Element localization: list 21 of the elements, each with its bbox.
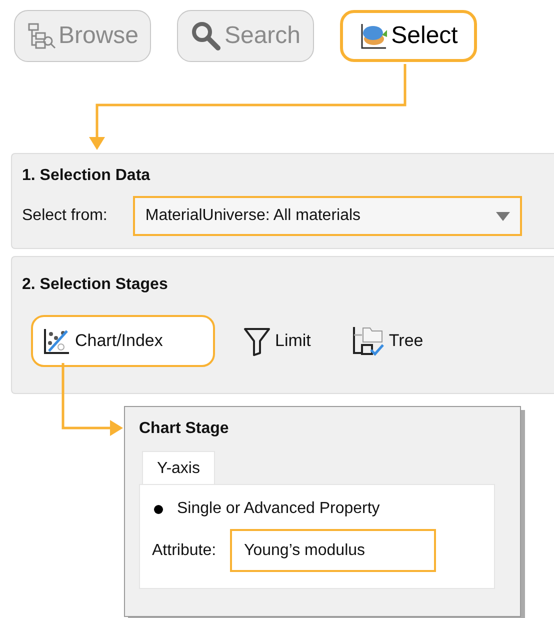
tab[interactable]: Y-axis: [142, 451, 215, 484]
option-label: Single or Advanced Property: [177, 499, 380, 519]
dialog-title: Chart Stage: [139, 419, 230, 439]
folder-tree-icon: [350, 325, 385, 357]
radio-bullet[interactable]: [154, 504, 163, 514]
attribute-field[interactable]: Young’s modulus: [230, 529, 436, 572]
tree-structure-icon: [26, 21, 56, 51]
field-label: Attribute:: [152, 540, 216, 560]
bubble-chart-icon: [359, 21, 390, 51]
funnel-icon: [243, 326, 271, 356]
material-dropdown[interactable]: MaterialUniverse: All materials: [133, 196, 522, 236]
dropdown-caret-icon: [496, 212, 510, 220]
field-label: Select from:: [22, 206, 108, 226]
scatter-chart-icon: [43, 327, 71, 355]
stage-tool-button[interactable]: Limit: [231, 315, 323, 367]
mode-button[interactable]: Select: [340, 10, 477, 62]
search-icon: [190, 20, 222, 52]
panel-title: 1. Selection Data: [22, 166, 152, 186]
panel-title: 2. Selection Stages: [22, 275, 169, 295]
stage-tool-button[interactable]: Chart/Index: [31, 315, 215, 367]
stage-tool-button[interactable]: Tree: [338, 315, 436, 367]
